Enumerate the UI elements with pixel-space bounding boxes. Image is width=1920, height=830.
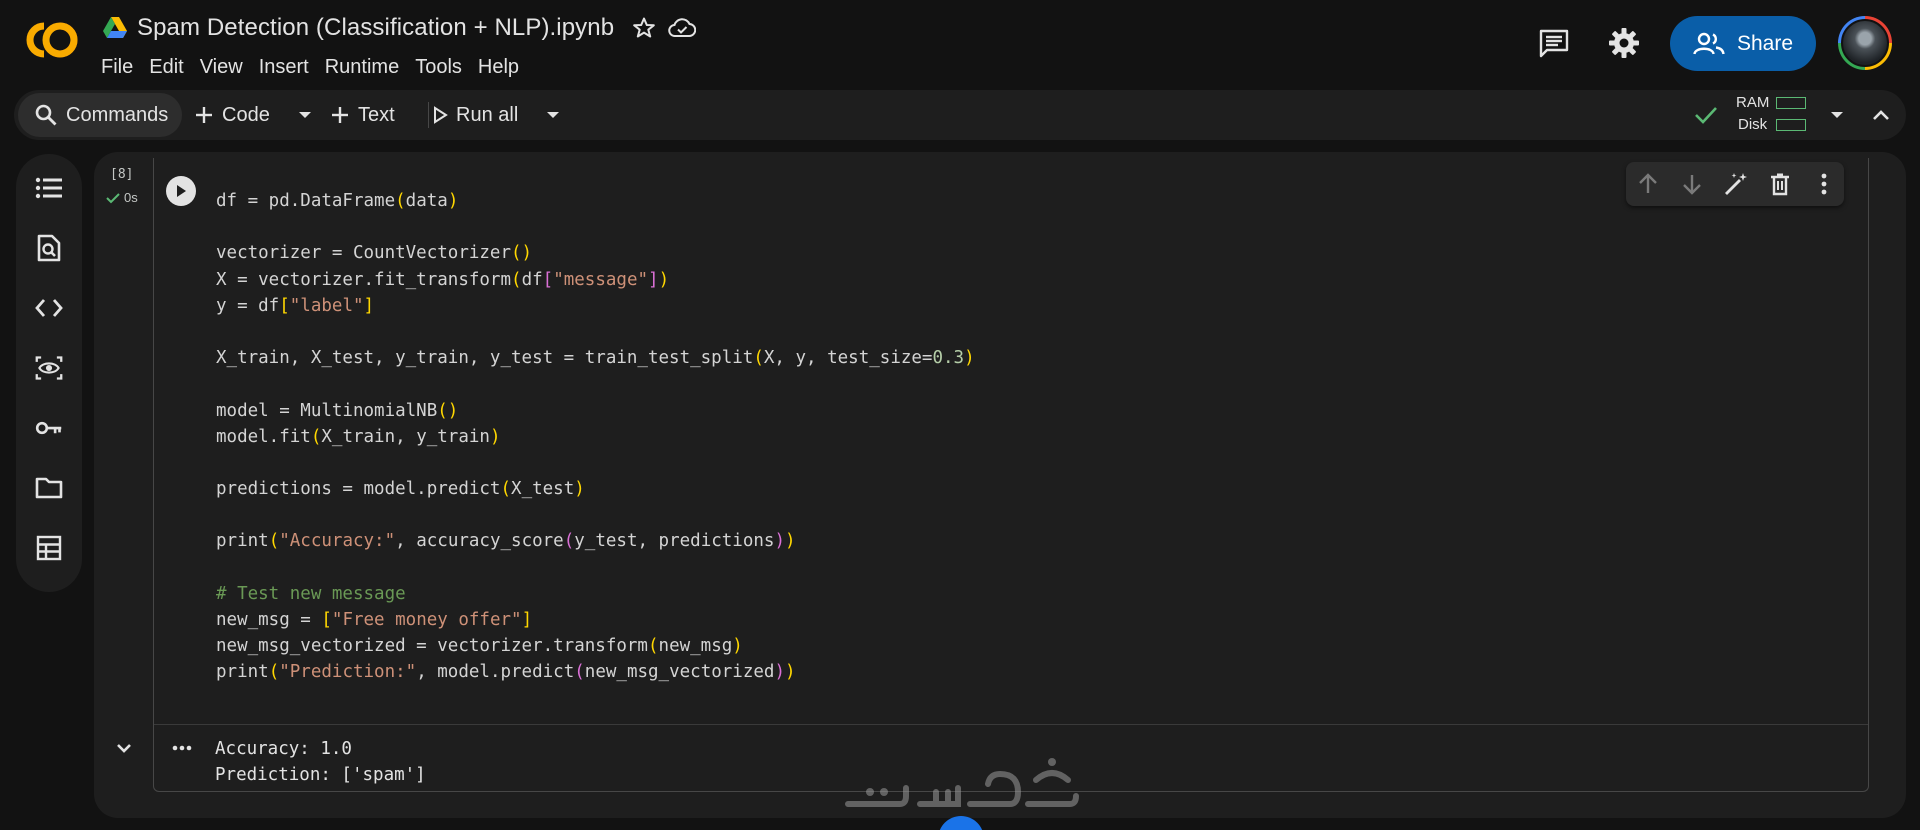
left-sidebar — [16, 154, 82, 592]
colab-logo[interactable] — [22, 18, 82, 62]
more-options-vertical-icon[interactable] — [1810, 170, 1838, 198]
move-cell-up-arrow-icon[interactable] — [1634, 170, 1662, 198]
google-drive-icon[interactable] — [103, 17, 127, 39]
plus-icon — [332, 107, 348, 123]
code-dropdown-chevron-icon[interactable] — [298, 90, 312, 140]
execution-time: 0s — [124, 190, 138, 205]
settings-gear-icon[interactable] — [1606, 25, 1642, 61]
run-all-dropdown-chevron-icon[interactable] — [546, 90, 560, 140]
success-check-icon — [106, 192, 120, 203]
data-table-icon[interactable] — [35, 534, 63, 562]
text-label: Text — [358, 103, 395, 126]
toolbar-divider — [428, 102, 429, 128]
plus-icon — [196, 107, 212, 123]
menu-file[interactable]: File — [101, 56, 141, 79]
code-line: X = vectorizer.fit_transform(df["message… — [216, 269, 670, 290]
code-line: # Test new message — [216, 583, 406, 604]
code-editor[interactable]: df = pd.DataFrame(data) vectorizer = Coun… — [216, 188, 975, 686]
play-icon — [177, 185, 186, 197]
magic-wand-edit-icon[interactable] — [1722, 170, 1750, 198]
connected-check-icon — [1694, 90, 1718, 140]
resources-dropdown-chevron-icon[interactable] — [1830, 90, 1844, 140]
delete-trash-icon[interactable] — [1766, 170, 1794, 198]
star-icon[interactable] — [630, 14, 658, 42]
ram-usage-bar — [1776, 97, 1806, 109]
comments-icon[interactable] — [1536, 25, 1572, 61]
code-line: predictions = model.predict(X_test) — [216, 479, 585, 500]
output-separator — [154, 724, 1868, 725]
cell-output: Accuracy: 1.0 Prediction: ['spam'] — [215, 736, 426, 788]
code-line: X_train, X_test, y_train, y_test = train… — [216, 348, 975, 369]
output-actions-more-icon[interactable] — [170, 736, 194, 760]
app-header: Spam Detection (Classification + NLP).ip… — [0, 0, 1920, 86]
menu-bar: File Edit View Insert Runtime Tools Help — [101, 56, 527, 79]
execution-count: [8] — [110, 167, 134, 182]
notebook-title[interactable]: Spam Detection (Classification + NLP).ip… — [137, 14, 614, 42]
code-line: model = MultinomialNB() — [216, 400, 459, 421]
code-label: Code — [222, 103, 270, 126]
run-cell-button[interactable] — [166, 176, 196, 206]
secrets-key-icon[interactable] — [35, 414, 63, 442]
commands-button-content[interactable]: Commands — [34, 90, 168, 140]
move-cell-down-arrow-icon[interactable] — [1678, 170, 1706, 198]
disk-usage-bar — [1776, 119, 1806, 131]
share-button[interactable]: Share — [1670, 16, 1816, 71]
code-line: print("Accuracy:", accuracy_score(y_test… — [216, 531, 796, 552]
cell-toolbar — [1626, 162, 1844, 206]
menu-view[interactable]: View — [192, 56, 251, 79]
ram-label: RAM — [1736, 94, 1770, 111]
cloud-saved-icon[interactable] — [668, 14, 697, 42]
run-all-button[interactable]: Run all — [432, 90, 518, 140]
table-of-contents-icon[interactable] — [35, 174, 63, 202]
find-replace-icon[interactable] — [35, 234, 63, 262]
search-icon — [35, 104, 57, 126]
code-line: model.fit(X_train, y_train) — [216, 426, 501, 447]
code-line: y = df["label"] — [216, 295, 375, 316]
code-line: vectorizer = CountVectorizer() — [216, 243, 533, 264]
menu-tools[interactable]: Tools — [407, 56, 470, 79]
user-avatar[interactable] — [1838, 16, 1892, 70]
files-folder-icon[interactable] — [35, 474, 63, 502]
menu-insert[interactable]: Insert — [251, 56, 317, 79]
add-text-button[interactable]: Text — [330, 90, 395, 140]
watermark-logo — [845, 758, 1079, 807]
notebook-toolbar: Commands Code Text Run all RAM Disk — [14, 90, 1906, 140]
execution-status: 0s — [106, 190, 138, 205]
output-line: Prediction: ['spam'] — [215, 765, 426, 785]
code-line: new_msg = ["Free money offer"] — [216, 610, 533, 630]
collapse-output-chevron-icon[interactable] — [112, 736, 136, 760]
code-snippets-icon[interactable] — [35, 294, 63, 322]
commands-label: Commands — [66, 103, 169, 126]
code-line: df = pd.DataFrame(data) — [216, 191, 459, 211]
variables-icon[interactable] — [35, 354, 63, 382]
play-outline-icon — [434, 106, 448, 124]
output-line: Accuracy: 1.0 — [215, 739, 352, 759]
menu-edit[interactable]: Edit — [141, 56, 191, 79]
people-icon — [1693, 32, 1725, 54]
menu-help[interactable]: Help — [470, 56, 527, 79]
menu-runtime[interactable]: Runtime — [317, 56, 407, 79]
add-code-button[interactable]: Code — [194, 90, 270, 140]
run-all-label: Run all — [456, 103, 519, 126]
disk-label: Disk — [1738, 116, 1768, 133]
collapse-header-chevron-up-icon[interactable] — [1872, 90, 1890, 140]
code-line: new_msg_vectorized = vectorizer.transfor… — [216, 636, 743, 657]
share-label: Share — [1736, 31, 1794, 55]
code-line: print("Prediction:", model.predict(new_m… — [216, 662, 796, 683]
